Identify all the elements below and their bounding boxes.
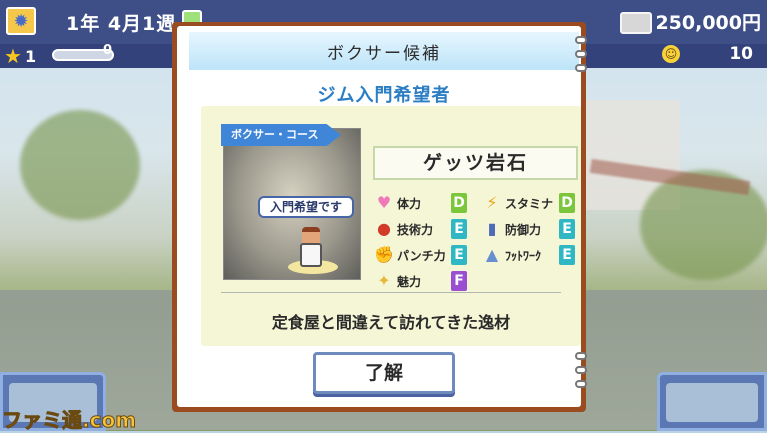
money-icon	[620, 12, 652, 34]
stat-grade: D	[559, 193, 575, 213]
divider	[221, 292, 561, 293]
background-tree	[20, 110, 140, 220]
arm-icon: ✊	[374, 245, 394, 264]
bottom-right-button[interactable]	[657, 372, 767, 431]
gym-level: 1	[25, 47, 37, 66]
stat-grade: E	[451, 245, 467, 265]
stat-label: パンチ力	[397, 248, 446, 263]
dialog-panel: ボクサー候補 ジム入門希望者 入門希望です ボクサー・コース ゲッツ岩石 ♥ 体…	[177, 26, 587, 407]
candidate-description: 定食屋と間違えて訪れてきた逸材	[271, 313, 511, 332]
boxer-candidate-dialog: ボクサー候補 ジム入門希望者 入門希望です ボクサー・コース ゲッツ岩石 ♥ 体…	[172, 22, 587, 412]
stat-label: 防御力	[505, 222, 542, 237]
lightning-icon: ⚡	[486, 193, 498, 212]
watermark-logo: ファミ通.com	[1, 408, 137, 433]
binder-ring-icon	[575, 36, 587, 44]
stat-grade: E	[451, 219, 467, 239]
course-tag: ボクサー・コース	[221, 124, 341, 146]
binder-ring-icon	[575, 380, 587, 388]
candidate-info-panel: 入門希望です ボクサー・コース ゲッツ岩石 ♥ 体力 D ⚡ スタミナ D ● …	[201, 106, 581, 346]
bottom-right-button-face	[666, 383, 758, 422]
money-amount: 250,000円	[655, 12, 761, 34]
star-icon: ★	[4, 44, 22, 68]
exp-value: 0	[103, 43, 113, 58]
stat-grade: E	[559, 245, 575, 265]
gear-icon: ✹	[13, 10, 29, 32]
glove-icon: ●	[377, 219, 391, 238]
boxer-body	[300, 243, 322, 267]
dialog-title-bar: ボクサー候補	[189, 32, 579, 70]
shoe-icon: ▲	[485, 245, 499, 264]
menu-button[interactable]: ✹	[6, 7, 36, 35]
binder-ring-icon	[575, 50, 587, 58]
stat-label: 体力	[397, 196, 422, 211]
binder-ring-icon	[575, 352, 587, 360]
stat-grade: E	[559, 219, 575, 239]
stat-grade: F	[451, 271, 467, 291]
dialog-title: ボクサー候補	[327, 43, 441, 64]
stat-label: スタミナ	[505, 196, 554, 211]
stat-row: ▲ ﾌｯﾄﾜｰｸ E	[481, 244, 575, 266]
speech-bubble: 入門希望です	[258, 196, 354, 218]
stat-label: 技術力	[397, 222, 434, 237]
stat-label: 魅力	[397, 274, 422, 289]
stat-label: ﾌｯﾄﾜｰｸ	[505, 248, 542, 263]
guard-icon: ▮	[487, 219, 497, 238]
smile-icon: ☺	[662, 45, 680, 63]
stat-row: ✦ 魅力 F	[373, 270, 467, 292]
dialog-subtitle: ジム入門希望者	[317, 85, 451, 106]
heart-icon: ♥	[376, 193, 392, 212]
stat-row: ▮ 防御力 E	[481, 218, 575, 240]
boxer-portrait: 入門希望です	[223, 128, 361, 280]
stat-row: ⚡ スタミナ D	[481, 192, 575, 214]
stat-row: ♥ 体力 D	[373, 192, 467, 214]
stat-row: ● 技術力 E	[373, 218, 467, 240]
boxer-name: ゲッツ岩石	[373, 146, 578, 180]
binder-ring-icon	[575, 64, 587, 72]
charm-icon: ✦	[377, 271, 391, 290]
stat-grade: D	[451, 193, 467, 213]
ok-button[interactable]: 了解	[313, 352, 455, 394]
stat-row: ✊ パンチ力 E	[373, 244, 467, 266]
binder-ring-icon	[575, 366, 587, 374]
game-date: 1年 4月1週	[66, 13, 177, 35]
fans-count: 10	[729, 44, 753, 64]
